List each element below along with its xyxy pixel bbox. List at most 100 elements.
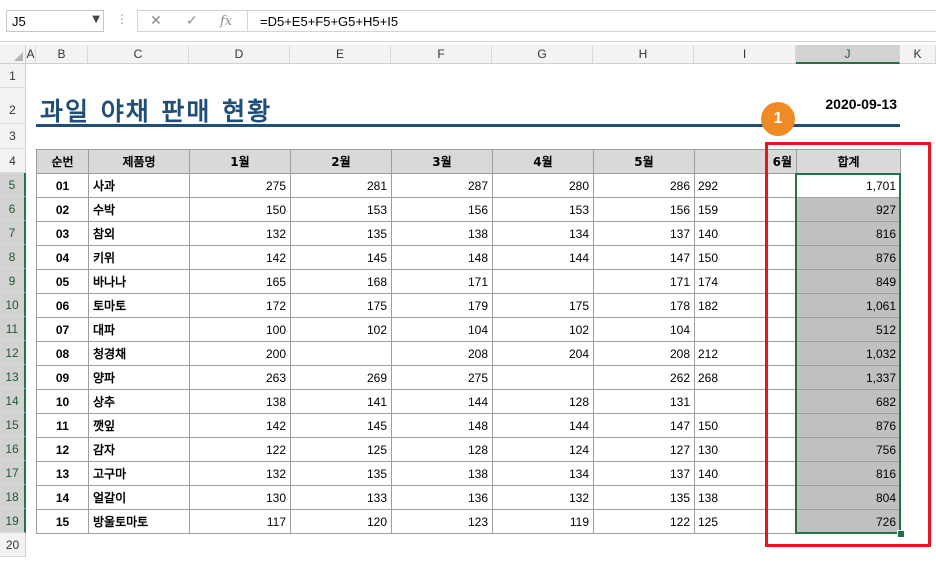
total-cell[interactable]: 816: [796, 461, 901, 486]
row-header-10[interactable]: 10: [0, 293, 26, 317]
table-cell[interactable]: 138: [694, 485, 797, 510]
table-cell[interactable]: 145: [290, 245, 392, 270]
table-cell[interactable]: [290, 341, 392, 366]
column-header-j[interactable]: J: [796, 45, 900, 64]
row-header-15[interactable]: 15: [0, 413, 26, 437]
table-cell[interactable]: 128: [492, 389, 594, 414]
table-cell[interactable]: 04: [36, 245, 89, 270]
row-header-12[interactable]: 12: [0, 341, 26, 365]
row-header-9[interactable]: 9: [0, 269, 26, 293]
table-cell[interactable]: 05: [36, 269, 89, 294]
table-cell[interactable]: 280: [492, 173, 594, 198]
table-cell[interactable]: 208: [593, 341, 695, 366]
table-cell[interactable]: 150: [694, 245, 797, 270]
table-cell[interactable]: 171: [391, 269, 493, 294]
table-cell[interactable]: 얼갈이: [88, 485, 190, 510]
table-header-cell[interactable]: 5월: [593, 149, 695, 174]
table-cell[interactable]: 145: [290, 413, 392, 438]
table-cell[interactable]: 140: [694, 221, 797, 246]
table-cell[interactable]: 131: [593, 389, 695, 414]
table-cell[interactable]: 156: [391, 197, 493, 222]
table-cell[interactable]: 141: [290, 389, 392, 414]
total-cell[interactable]: 726: [796, 509, 901, 534]
table-cell[interactable]: 감자: [88, 437, 190, 462]
table-header-cell[interactable]: 4월: [492, 149, 594, 174]
row-header-20[interactable]: 20: [0, 533, 26, 557]
table-cell[interactable]: 144: [391, 389, 493, 414]
table-header-cell[interactable]: 제품명: [88, 149, 190, 174]
table-cell[interactable]: 132: [189, 221, 291, 246]
row-header-17[interactable]: 17: [0, 461, 26, 485]
table-cell[interactable]: 134: [492, 221, 594, 246]
total-cell[interactable]: 876: [796, 245, 901, 270]
table-header-cell[interactable]: 2월: [290, 149, 392, 174]
table-cell[interactable]: 179: [391, 293, 493, 318]
row-header-1[interactable]: 1: [0, 64, 26, 88]
table-cell[interactable]: 고구마: [88, 461, 190, 486]
table-cell[interactable]: 135: [593, 485, 695, 510]
table-header-cell[interactable]: 6월: [694, 149, 797, 174]
table-cell[interactable]: 117: [189, 509, 291, 534]
table-cell[interactable]: 15: [36, 509, 89, 534]
row-header-3[interactable]: 3: [0, 124, 26, 149]
table-cell[interactable]: [694, 317, 797, 342]
row-header-16[interactable]: 16: [0, 437, 26, 461]
table-cell[interactable]: 204: [492, 341, 594, 366]
table-cell[interactable]: 212: [694, 341, 797, 366]
total-cell[interactable]: 1,337: [796, 365, 901, 390]
row-header-11[interactable]: 11: [0, 317, 26, 341]
column-header-c[interactable]: C: [88, 45, 189, 64]
row-header-6[interactable]: 6: [0, 197, 26, 221]
table-cell[interactable]: 156: [593, 197, 695, 222]
row-header-14[interactable]: 14: [0, 389, 26, 413]
table-header-cell[interactable]: 순번: [36, 149, 89, 174]
table-cell[interactable]: 144: [492, 413, 594, 438]
table-cell[interactable]: 11: [36, 413, 89, 438]
column-header-a[interactable]: A: [26, 45, 36, 64]
table-cell[interactable]: 102: [492, 317, 594, 342]
table-cell[interactable]: 바나나: [88, 269, 190, 294]
total-cell[interactable]: 512: [796, 317, 901, 342]
row-header-7[interactable]: 7: [0, 221, 26, 245]
fill-handle[interactable]: [897, 530, 905, 538]
table-header-cell[interactable]: 1월: [189, 149, 291, 174]
table-cell[interactable]: 02: [36, 197, 89, 222]
table-cell[interactable]: 청경채: [88, 341, 190, 366]
column-header-f[interactable]: F: [391, 45, 492, 64]
total-cell[interactable]: 804: [796, 485, 901, 510]
column-header-e[interactable]: E: [290, 45, 391, 64]
chevron-down-icon[interactable]: ▼: [92, 14, 100, 25]
table-cell[interactable]: 135: [290, 461, 392, 486]
table-cell[interactable]: 대파: [88, 317, 190, 342]
enter-icon[interactable]: ✓: [186, 13, 198, 29]
table-cell[interactable]: 182: [694, 293, 797, 318]
table-cell[interactable]: 104: [391, 317, 493, 342]
total-cell[interactable]: 816: [796, 221, 901, 246]
table-cell[interactable]: 133: [290, 485, 392, 510]
column-header-k[interactable]: K: [900, 45, 936, 64]
table-cell[interactable]: 275: [391, 365, 493, 390]
table-cell[interactable]: 10: [36, 389, 89, 414]
table-cell[interactable]: 137: [593, 461, 695, 486]
table-cell[interactable]: 147: [593, 245, 695, 270]
column-header-b[interactable]: B: [36, 45, 88, 64]
table-cell[interactable]: 100: [189, 317, 291, 342]
table-cell[interactable]: 178: [593, 293, 695, 318]
row-header-2[interactable]: 2: [0, 88, 26, 124]
total-cell[interactable]: 927: [796, 197, 901, 222]
table-cell[interactable]: 269: [290, 365, 392, 390]
table-cell[interactable]: 150: [189, 197, 291, 222]
column-header-d[interactable]: D: [189, 45, 290, 64]
table-cell[interactable]: 125: [290, 437, 392, 462]
table-cell[interactable]: 102: [290, 317, 392, 342]
formula-input[interactable]: =D5+E5+F5+G5+H5+I5: [247, 10, 936, 32]
table-cell[interactable]: 159: [694, 197, 797, 222]
table-cell[interactable]: 144: [492, 245, 594, 270]
table-cell[interactable]: 136: [391, 485, 493, 510]
table-cell[interactable]: 07: [36, 317, 89, 342]
table-cell[interactable]: 153: [492, 197, 594, 222]
table-cell[interactable]: 142: [189, 413, 291, 438]
name-box[interactable]: J5 ▼: [6, 10, 104, 32]
table-cell[interactable]: 132: [189, 461, 291, 486]
table-cell[interactable]: 123: [391, 509, 493, 534]
